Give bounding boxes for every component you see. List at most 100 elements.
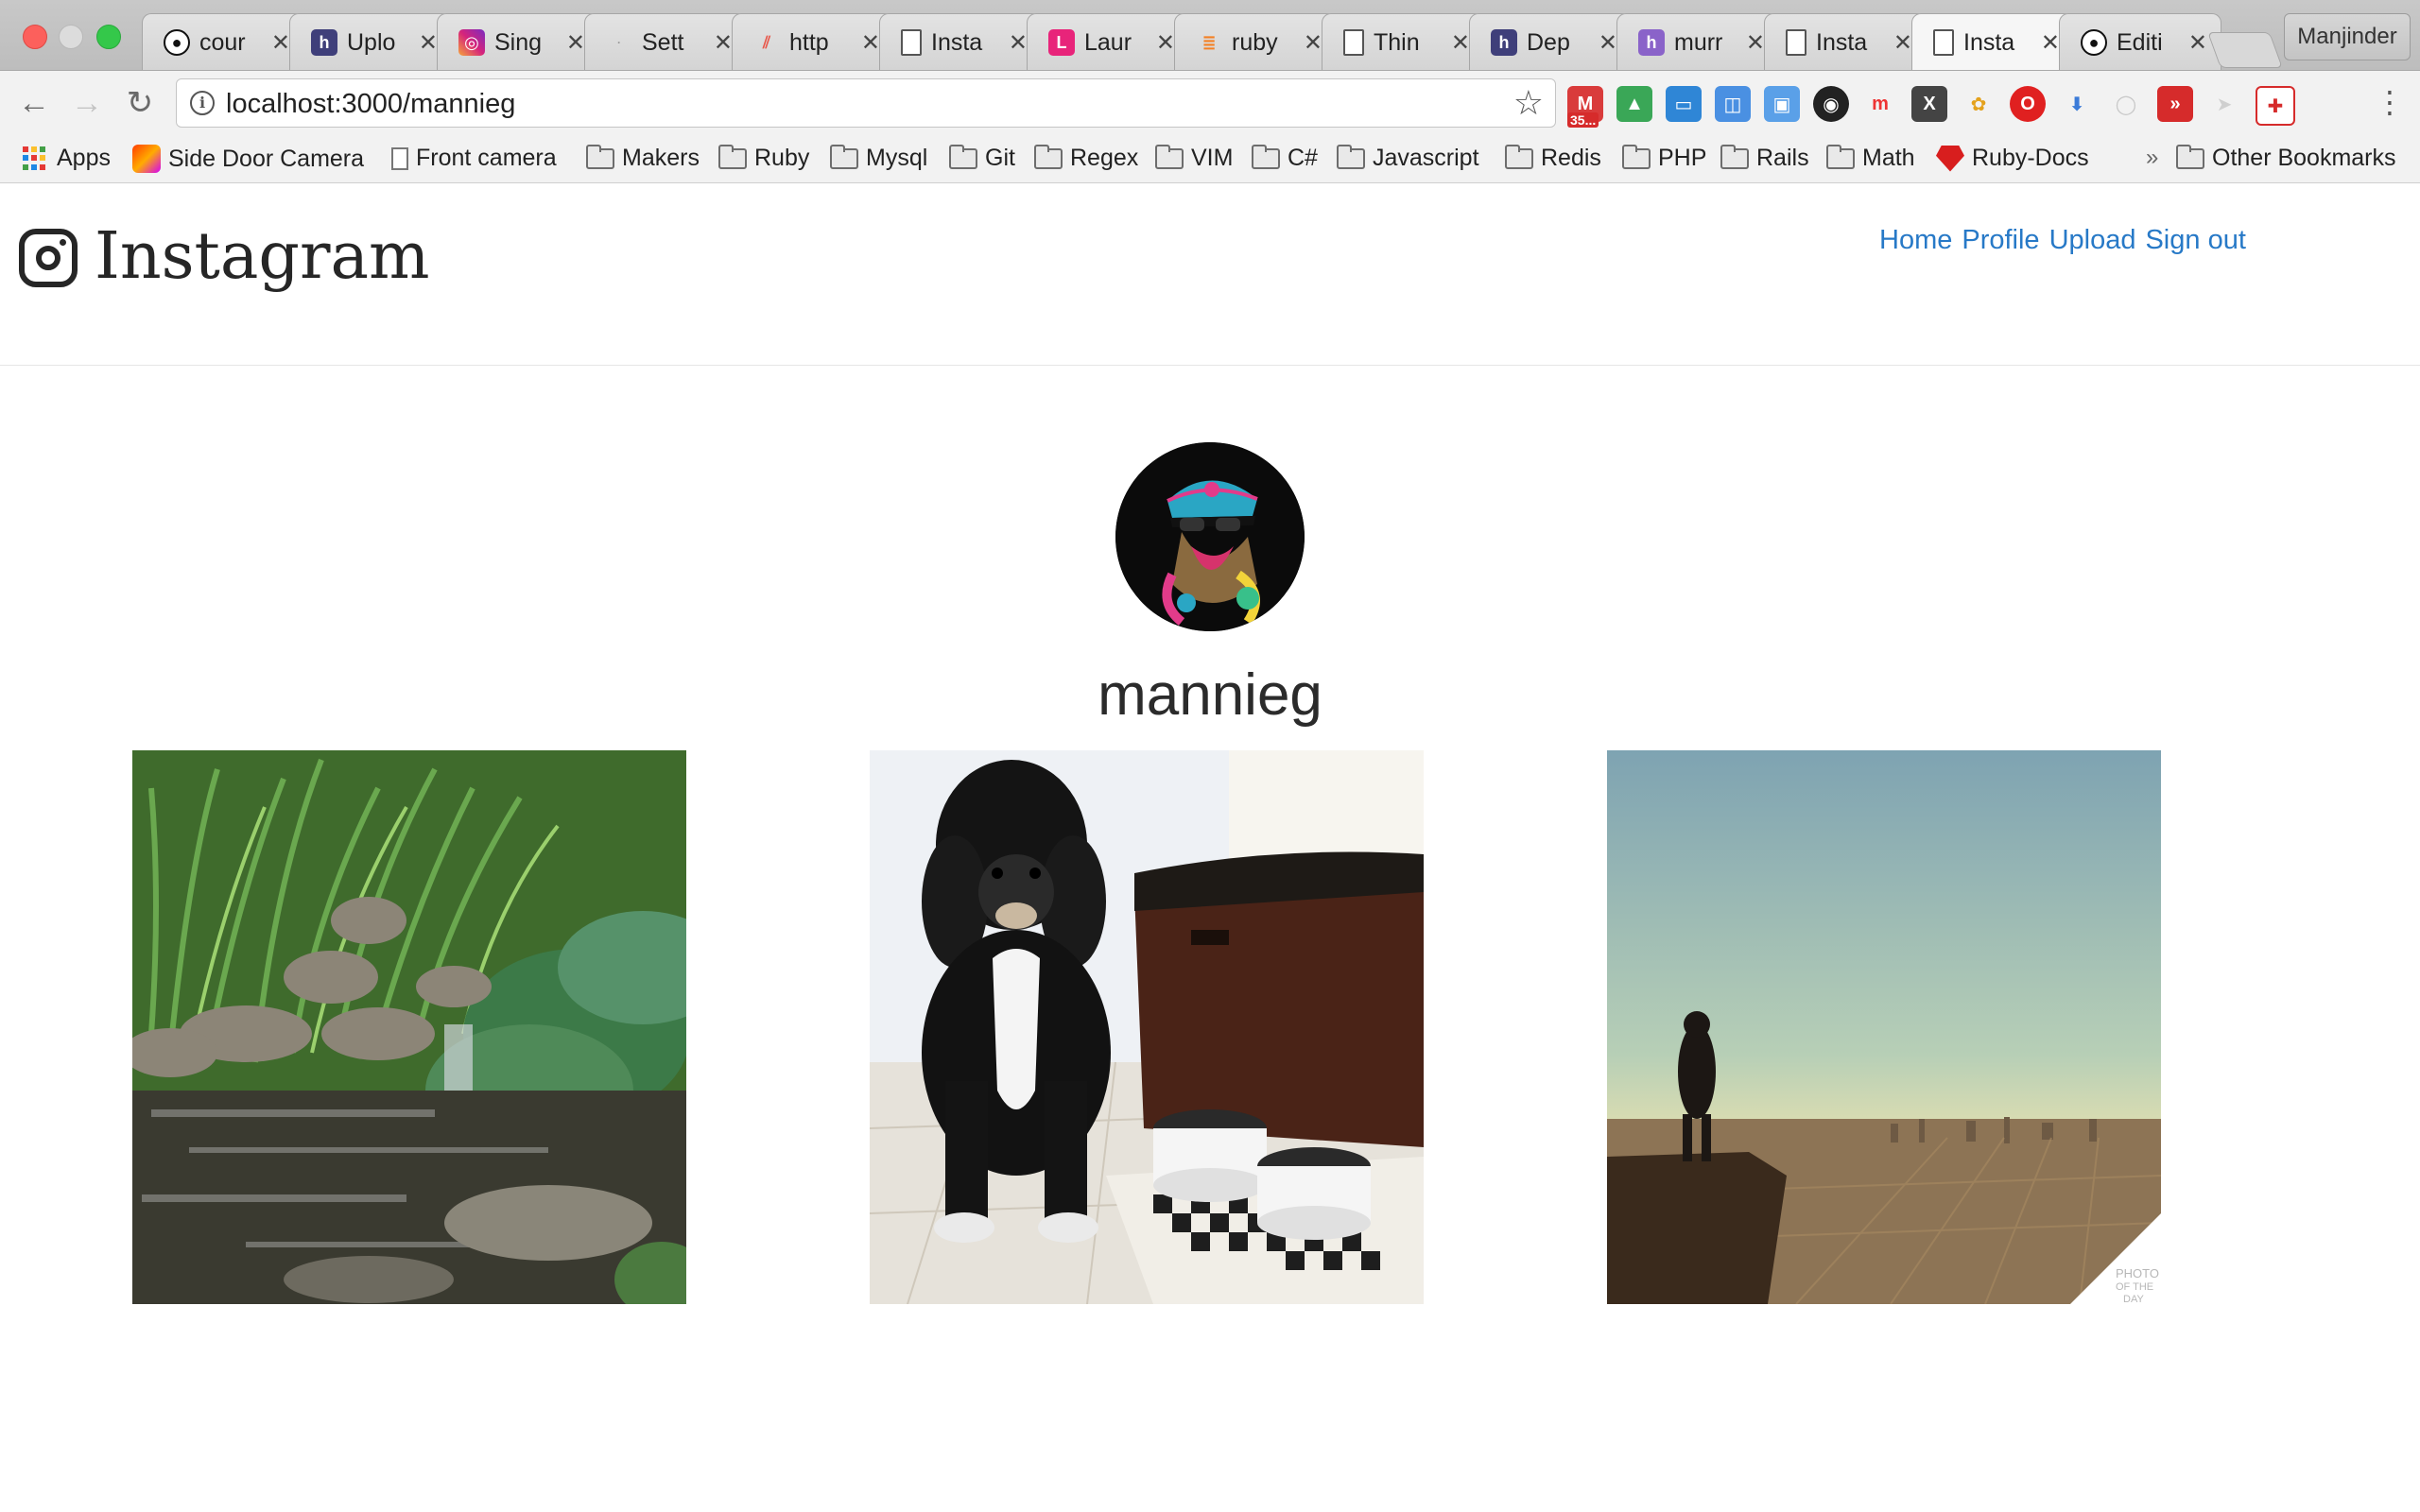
nav-profile-link[interactable]: Profile: [1962, 225, 2039, 256]
new-tab-button[interactable]: [2207, 32, 2283, 68]
window-extension-icon[interactable]: ▭: [1666, 86, 1702, 122]
bookmark-label: Ruby-Docs: [1972, 145, 2089, 171]
tab-close-icon[interactable]: ✕: [271, 29, 290, 57]
info-icon[interactable]: i: [190, 91, 215, 115]
tab-title: Insta: [1963, 28, 2015, 56]
bookmark-ruby-docs[interactable]: Ruby-Docs: [1936, 145, 2089, 172]
bookmark-apps[interactable]: Apps: [23, 145, 111, 172]
url-text[interactable]: localhost:3000/mannieg: [226, 89, 515, 120]
bookmark-folder-vim[interactable]: VIM: [1155, 144, 1233, 172]
instagram-camera-icon[interactable]: [19, 229, 78, 287]
tab-close-icon[interactable]: ✕: [566, 29, 585, 57]
tab-close-icon[interactable]: ✕: [2188, 29, 2207, 57]
browser-tab[interactable]: Insta ✕: [1764, 13, 1927, 70]
tab-close-icon[interactable]: ✕: [1009, 29, 1028, 57]
forward-extension-icon[interactable]: »: [2157, 86, 2193, 122]
window-maximize-button[interactable]: [96, 25, 121, 49]
browser-tab[interactable]: ⫽ http ✕: [732, 13, 894, 70]
watermark-line-1: PHOTO: [2116, 1266, 2159, 1280]
tab-close-icon[interactable]: ✕: [419, 29, 438, 57]
back-arrow-icon[interactable]: ←: [13, 82, 55, 124]
color-extension-icon[interactable]: ✿: [1961, 86, 1996, 122]
browser-tab[interactable]: Thin ✕: [1322, 13, 1484, 70]
window-close-button[interactable]: [23, 25, 47, 49]
bookmark-folder-math[interactable]: Math: [1826, 144, 1915, 172]
extensions-bar: M 35... ▲ ▭ ◫ ▣ ◉ m X ✿ O ⬇ ◯ » ➤ ✚: [1567, 86, 2295, 128]
cross-extension-icon[interactable]: ✚: [2256, 86, 2295, 126]
browser-tab[interactable]: ◎ Sing ✕: [437, 13, 599, 70]
tab-title: http: [789, 28, 829, 56]
browser-tab[interactable]: h Uplo ✕: [289, 13, 452, 70]
folder-icon: [830, 144, 858, 169]
browser-tab[interactable]: h Dep ✕: [1469, 13, 1632, 70]
m-extension-icon[interactable]: m: [1862, 86, 1898, 122]
folder-icon: [2176, 144, 2204, 169]
map-extension-icon[interactable]: ▲: [1616, 86, 1652, 122]
bookmark-label: Makers: [622, 145, 700, 171]
bookmark-front-camera[interactable]: Front camera: [391, 145, 557, 172]
bookmark-star-icon[interactable]: ☆: [1513, 83, 1544, 123]
browser-tab[interactable]: ● Editi ✕: [2059, 13, 2221, 70]
bookmark-folder-mysql[interactable]: Mysql: [830, 144, 927, 172]
bookmark-folder-javascript[interactable]: Javascript: [1337, 144, 1479, 172]
tab-close-icon[interactable]: ✕: [1304, 29, 1322, 57]
tab-close-icon[interactable]: ✕: [861, 29, 880, 57]
toggle-extension-icon[interactable]: ◫: [1715, 86, 1751, 122]
tab-close-icon[interactable]: ✕: [2041, 29, 2060, 57]
nav-sign-out-link[interactable]: Sign out: [2145, 225, 2245, 256]
tab-close-icon[interactable]: ✕: [1156, 29, 1175, 57]
bulb-extension-icon[interactable]: ◯: [2108, 86, 2144, 122]
bookmark-folder-redis[interactable]: Redis: [1505, 144, 1601, 172]
photo-tile-garden-pond[interactable]: [132, 750, 686, 1304]
arrow-extension-icon[interactable]: ➤: [2206, 86, 2242, 122]
bookmark-side-door-camera[interactable]: Side Door Camera: [132, 145, 364, 173]
bookmark-folder-other[interactable]: Other Bookmarks: [2176, 144, 2396, 172]
heroku-icon: h: [1491, 29, 1517, 56]
menu-dots-icon[interactable]: ⋮: [2375, 84, 2405, 120]
bookmark-folder-git[interactable]: Git: [949, 144, 1015, 172]
brand-logo-text[interactable]: Instagram: [95, 219, 429, 294]
nav-home-link[interactable]: Home: [1879, 225, 1952, 256]
browser-tab[interactable]: L Laur ✕: [1027, 13, 1189, 70]
browser-tab-active[interactable]: Insta ✕: [1911, 13, 2074, 70]
download-extension-icon[interactable]: ⬇: [2059, 86, 2095, 122]
window-minimize-button[interactable]: [59, 25, 83, 49]
bookmark-folder-rails[interactable]: Rails: [1720, 144, 1809, 172]
address-bar[interactable]: i localhost:3000/mannieg ☆: [176, 78, 1556, 128]
browser-toolbar: ← → ↻ i localhost:3000/mannieg ☆ M 35... …: [0, 71, 2420, 137]
gmail-extension-icon[interactable]: M 35...: [1567, 86, 1603, 128]
opera-extension-icon[interactable]: O: [2010, 86, 2046, 122]
reload-icon[interactable]: ↻: [119, 82, 161, 124]
tab-close-icon[interactable]: ✕: [1451, 29, 1470, 57]
bookmark-folder-makers[interactable]: Makers: [586, 144, 700, 172]
screen-extension-icon[interactable]: ▣: [1764, 86, 1800, 122]
profile-avatar[interactable]: [1115, 442, 1305, 631]
folder-icon: [949, 144, 977, 169]
browser-tabstrip: ● cour ✕ h Uplo ✕ ◎ Sing ✕ · Sett ✕ ⫽ ht…: [0, 0, 2420, 71]
tab-close-icon[interactable]: ✕: [714, 29, 733, 57]
bookmark-folder-csharp[interactable]: C#: [1252, 144, 1318, 172]
photo-tile-city-view[interactable]: PHOTO OF THE DAY: [1607, 750, 2161, 1304]
browser-tab[interactable]: h murr ✕: [1616, 13, 1779, 70]
bookmark-label: Javascript: [1373, 145, 1479, 171]
browser-tab[interactable]: ● cour ✕: [142, 13, 304, 70]
profile-button[interactable]: Manjinder: [2284, 13, 2411, 60]
browser-tab[interactable]: ≣ ruby ✕: [1174, 13, 1337, 70]
watermark-line-2: OF THE: [2116, 1281, 2153, 1293]
browser-tab[interactable]: · Sett ✕: [584, 13, 747, 70]
tab-title: ruby: [1232, 28, 1278, 56]
bookmark-folder-php[interactable]: PHP: [1622, 144, 1706, 172]
folder-icon: [1622, 144, 1651, 169]
photo-tile-puppy[interactable]: [870, 750, 1424, 1304]
nav-upload-link[interactable]: Upload: [2049, 225, 2136, 256]
forward-arrow-icon[interactable]: →: [66, 82, 108, 124]
bookmark-folder-ruby[interactable]: Ruby: [718, 144, 809, 172]
bookmarks-overflow-chevron-icon[interactable]: »: [2146, 145, 2158, 171]
tab-close-icon[interactable]: ✕: [1893, 29, 1912, 57]
browser-tab[interactable]: Insta ✕: [879, 13, 1042, 70]
camera-extension-icon[interactable]: ◉: [1813, 86, 1849, 122]
tab-close-icon[interactable]: ✕: [1599, 29, 1617, 57]
x-extension-icon[interactable]: X: [1911, 86, 1947, 122]
bookmark-folder-regex[interactable]: Regex: [1034, 144, 1138, 172]
tab-close-icon[interactable]: ✕: [1746, 29, 1765, 57]
